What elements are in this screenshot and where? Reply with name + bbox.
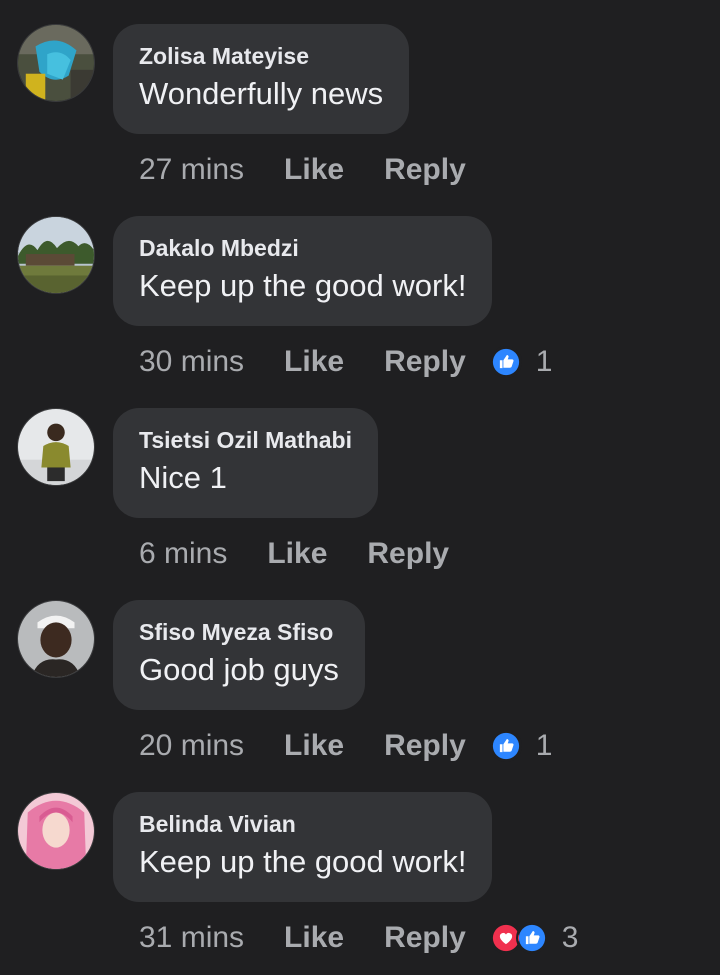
reply-button[interactable]: Reply <box>384 345 466 379</box>
comment-author[interactable]: Dakalo Mbedzi <box>139 234 466 262</box>
like-button[interactable]: Like <box>284 921 344 955</box>
like-button[interactable]: Like <box>284 153 344 187</box>
avatar-image <box>18 217 94 293</box>
comment-actions: 31 mins Like Reply 3 <box>139 918 578 958</box>
comment-text: Keep up the good work! <box>139 268 467 303</box>
comment-actions: 27 mins Like Reply <box>139 150 466 190</box>
like-button[interactable]: Like <box>284 345 344 379</box>
reaction-summary[interactable]: 3 <box>489 921 579 955</box>
comment-text: Keep up the good work! <box>139 844 467 879</box>
avatar[interactable] <box>17 24 95 102</box>
comment-timestamp[interactable]: 31 mins <box>139 921 244 955</box>
avatar-image <box>18 25 94 101</box>
comment-actions: 6 mins Like Reply <box>139 534 449 574</box>
reply-button[interactable]: Reply <box>384 153 466 187</box>
like-button[interactable]: Like <box>284 729 344 763</box>
comment-list: Zolisa Mateyise Wonderfully news 27 mins… <box>0 0 720 975</box>
reaction-count: 3 <box>561 921 579 954</box>
comment-author[interactable]: Zolisa Mateyise <box>139 42 383 70</box>
reaction-count: 1 <box>535 729 553 762</box>
comment-timestamp[interactable]: 6 mins <box>139 537 227 571</box>
comment-bubble: Belinda Vivian Keep up the good work! <box>113 792 493 902</box>
avatar-image <box>18 409 94 485</box>
reply-button[interactable]: Reply <box>384 921 466 955</box>
avatar[interactable] <box>17 408 95 486</box>
avatar-image <box>18 601 94 677</box>
comment-author[interactable]: Belinda Vivian <box>139 810 466 838</box>
comment-bubble: Sfiso Myeza Sfiso Good job guys <box>113 600 365 710</box>
comment-timestamp[interactable]: 30 mins <box>139 345 244 379</box>
comment-actions: 20 mins Like Reply 1 <box>139 726 552 766</box>
comment-timestamp[interactable]: 20 mins <box>139 729 244 763</box>
like-icon <box>515 922 548 954</box>
comment-text: Nice 1 <box>139 460 227 495</box>
avatar[interactable] <box>17 792 95 870</box>
avatar-image <box>18 793 94 869</box>
like-icon <box>489 346 522 378</box>
comment-text: Wonderfully news <box>139 76 384 111</box>
reply-button[interactable]: Reply <box>367 537 449 571</box>
comment-bubble: Dakalo Mbedzi Keep up the good work! <box>113 216 493 326</box>
like-button[interactable]: Like <box>267 537 327 571</box>
avatar[interactable] <box>17 216 95 294</box>
reply-button[interactable]: Reply <box>384 729 466 763</box>
comment-author[interactable]: Tsietsi Ozil Mathabi <box>139 426 352 454</box>
comment-text: Good job guys <box>139 652 339 687</box>
reaction-summary[interactable]: 1 <box>489 729 553 763</box>
comment-author[interactable]: Sfiso Myeza Sfiso <box>139 618 339 646</box>
reaction-summary[interactable]: 1 <box>489 345 553 379</box>
comment-bubble: Tsietsi Ozil Mathabi Nice 1 <box>113 408 378 518</box>
comment-bubble: Zolisa Mateyise Wonderfully news <box>113 24 410 134</box>
like-icon <box>489 730 522 762</box>
comment-actions: 30 mins Like Reply 1 <box>139 342 552 382</box>
avatar[interactable] <box>17 600 95 678</box>
comment-timestamp[interactable]: 27 mins <box>139 153 244 187</box>
reaction-count: 1 <box>535 345 553 378</box>
